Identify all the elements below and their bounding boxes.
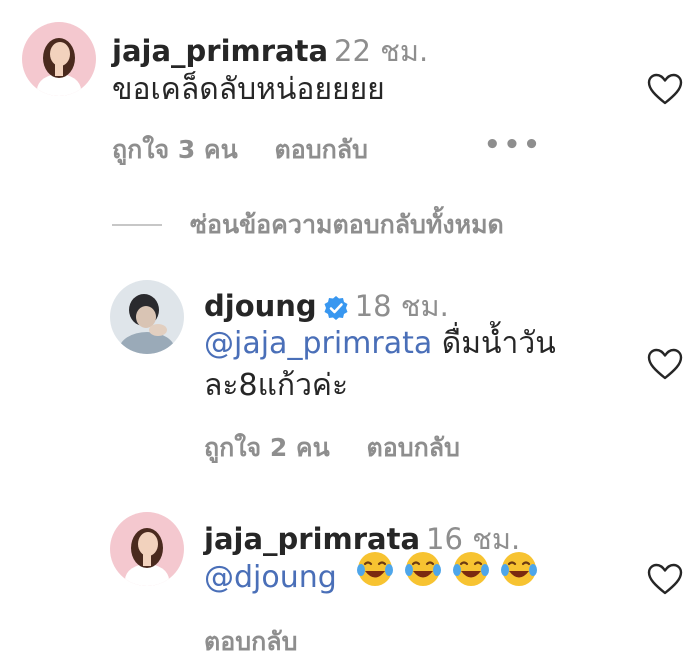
like-heart-icon[interactable] [647,348,683,380]
reply-text-continued: ละ8แก้วค่ะ [204,368,349,403]
avatar[interactable] [110,280,184,354]
likes-count[interactable]: ถูกใจ 3 คน [112,130,238,170]
hide-replies-toggle[interactable]: ซ่อนข้อความตอบกลับทั้งหมด [112,205,504,245]
hide-replies-label: ซ่อนข้อความตอบกลับทั้งหมด [190,210,504,239]
more-options-icon[interactable]: ••• [484,130,543,160]
like-heart-icon[interactable] [647,563,683,595]
like-heart-icon[interactable] [647,73,683,105]
laughing-emoji-icon [500,550,538,601]
avatar[interactable] [110,512,184,586]
reply-button[interactable]: ตอบกลับ [274,130,367,170]
laughing-emoji-icon [452,550,490,601]
reply-timestamp: 18 ชม. [354,289,449,323]
mention-link[interactable]: @djoung [204,560,337,595]
comment-text: ขอเคล็ดลับหน่อยยยย [112,72,385,107]
likes-count[interactable]: ถูกใจ 2 คน [204,428,330,468]
reply-text: ดื่มน้ำวัน [432,326,556,361]
reply-username[interactable]: djoung [204,289,317,323]
avatar[interactable] [22,22,96,96]
divider-line [112,224,162,226]
laughing-emoji-icon [404,550,442,601]
mention-link[interactable]: @jaja_primrata [204,326,432,361]
comment-username[interactable]: jaja_primrata [112,34,328,68]
reply-button[interactable]: ตอบกลับ [366,428,459,468]
comment-timestamp: 22 ชม. [334,34,429,68]
reply-button[interactable]: ตอบกลับ [204,622,297,662]
laughing-emoji-icon [356,550,394,601]
verified-badge-icon [323,295,349,325]
